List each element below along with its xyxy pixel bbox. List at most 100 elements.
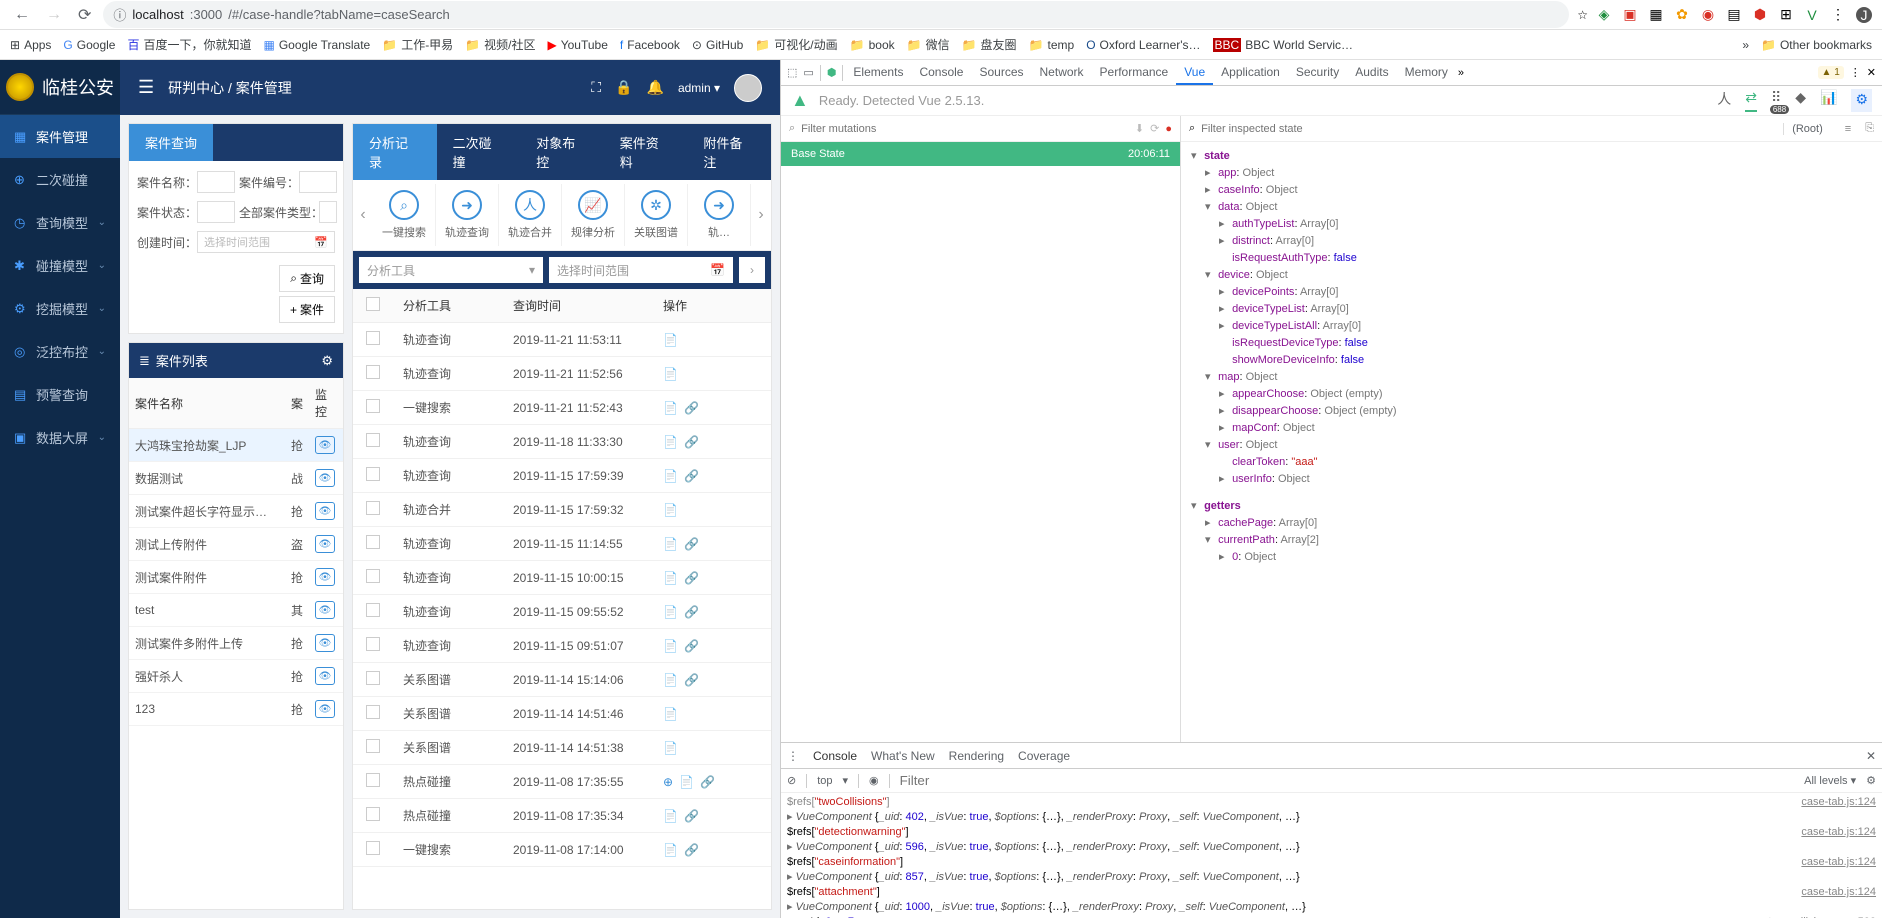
monitor-button[interactable]: 👁 <box>315 469 335 487</box>
link-icon[interactable]: 🔗 <box>684 809 699 823</box>
table-row[interactable]: 测试案件附件抢👁 <box>129 561 343 594</box>
monitor-button[interactable]: 👁 <box>315 601 335 619</box>
sidebar-item[interactable]: ⊕二次碰撞 <box>0 158 120 201</box>
devtools-tab[interactable]: Console <box>911 61 971 85</box>
sidebar-item[interactable]: ▣数据大屏⌄ <box>0 416 120 459</box>
ext-icon[interactable]: ✿ <box>1674 7 1690 23</box>
table-row[interactable]: 123抢👁 <box>129 693 343 726</box>
monitor-button[interactable]: 👁 <box>315 568 335 586</box>
bookmark[interactable]: ▶ YouTube <box>547 38 607 52</box>
row-checkbox[interactable] <box>366 841 380 855</box>
tree-node[interactable]: clearToken: "aaa" <box>1191 454 1872 471</box>
tree-node[interactable]: ▸ app: Object <box>1191 165 1872 182</box>
tool-filter-select[interactable]: 分析工具▾ <box>359 257 543 283</box>
analysis-tab[interactable]: 分析记录 <box>353 124 437 180</box>
device-icon[interactable]: ▭ <box>803 66 813 79</box>
bookmark[interactable]: BBC BBC World Servic… <box>1213 38 1354 52</box>
bell-icon[interactable]: 🔔 <box>647 79 664 96</box>
bookmark-overflow[interactable]: » <box>1742 38 1749 52</box>
doc-icon[interactable]: 📄 <box>663 333 678 347</box>
row-checkbox[interactable] <box>366 671 380 685</box>
devtools-tab[interactable]: Memory <box>1397 61 1456 85</box>
ext-icon[interactable]: ◈ <box>1596 7 1612 23</box>
table-row[interactable]: 数据测试战👁 <box>129 462 343 495</box>
star-icon[interactable]: ☆ <box>1577 8 1588 22</box>
routing-icon[interactable]: ◆ <box>1795 89 1806 112</box>
drawer-menu-icon[interactable]: ⋮ <box>787 749 799 763</box>
bookmark[interactable]: 百 百度一下，你就知道 <box>127 36 251 53</box>
bookmark[interactable]: ▦ Google Translate <box>264 38 371 52</box>
case-status-input[interactable] <box>197 201 235 223</box>
table-row[interactable]: test其👁 <box>129 594 343 627</box>
doc-icon[interactable]: 📄 <box>663 843 678 857</box>
reload-icon[interactable]: ⟳ <box>74 5 95 25</box>
bookmark[interactable]: G Google <box>63 38 115 52</box>
doc-icon[interactable]: 📄 <box>663 605 678 619</box>
link-icon[interactable]: 🔗 <box>684 605 699 619</box>
cube-icon[interactable]: ⬢ <box>827 66 837 79</box>
link-icon[interactable]: 🔗 <box>684 843 699 857</box>
doc-icon[interactable]: 📄 <box>663 571 678 585</box>
tree-node[interactable]: ▸ deviceTypeList: Array[0] <box>1191 301 1872 318</box>
analysis-tab[interactable]: 附件备注 <box>687 124 771 180</box>
bookmark[interactable]: f Facebook <box>620 38 680 52</box>
components-icon[interactable]: 人 <box>1717 89 1731 112</box>
tree-node[interactable]: ▾ currentPath: Array[2] <box>1191 532 1872 549</box>
doc-icon[interactable]: 📄 <box>663 673 678 687</box>
bookmark-folder[interactable]: 📁 可视化/动画 <box>755 36 837 53</box>
drawer-tab[interactable]: What's New <box>871 749 935 763</box>
doc-icon[interactable]: 📄 <box>679 775 694 789</box>
record-icon[interactable]: ● <box>1165 123 1172 135</box>
doc-icon[interactable]: 📄 <box>663 741 678 755</box>
tree-node[interactable]: ▸ 0: Object <box>1191 549 1872 566</box>
scroll-left-icon[interactable]: ‹ <box>353 206 373 224</box>
case-name-input[interactable] <box>197 171 235 193</box>
link-icon[interactable]: 🔗 <box>684 537 699 551</box>
row-checkbox[interactable] <box>366 637 380 651</box>
sidebar-item[interactable]: ◷查询模型⌄ <box>0 201 120 244</box>
more-icon[interactable]: ⋮ <box>1850 66 1861 79</box>
bookmark-folder[interactable]: 📁 视频/社区 <box>465 36 535 53</box>
doc-icon[interactable]: 📄 <box>663 537 678 551</box>
settings-icon[interactable]: ⚙ <box>1851 89 1872 112</box>
drawer-tab[interactable]: Rendering <box>949 749 1004 763</box>
tree-node[interactable]: ▾ map: Object <box>1191 369 1872 386</box>
plus-icon[interactable]: ⊕ <box>663 775 673 789</box>
table-row[interactable]: 强奸杀人抢👁 <box>129 660 343 693</box>
sidebar-item[interactable]: ⚙挖掘模型⌄ <box>0 287 120 330</box>
tree-node[interactable]: showMoreDeviceInfo: false <box>1191 352 1872 369</box>
devtools-tab[interactable]: Performance <box>1092 61 1177 85</box>
tree-node[interactable]: ▸ deviceTypeListAll: Array[0] <box>1191 318 1872 335</box>
drawer-tab-console[interactable]: Console <box>813 749 857 763</box>
table-row[interactable]: 大鸿珠宝抢劫案_LJP抢👁 <box>129 429 343 462</box>
bookmark-folder[interactable]: 📁 工作-甲易 <box>382 36 453 53</box>
devtools-tab[interactable]: Vue <box>1176 61 1213 85</box>
menu-icon[interactable]: ☰ <box>138 77 154 98</box>
date-range-input[interactable]: 选择时间范围📅 <box>197 231 335 253</box>
back-icon[interactable]: ← <box>10 6 34 24</box>
monitor-button[interactable]: 👁 <box>315 700 335 718</box>
link-icon[interactable]: 🔗 <box>700 775 715 789</box>
ext-icon[interactable]: V <box>1804 7 1820 23</box>
analysis-tab[interactable]: 对象布控 <box>520 124 604 180</box>
link-icon[interactable]: 🔗 <box>684 673 699 687</box>
devtools-tab[interactable]: Security <box>1288 61 1347 85</box>
root-select[interactable]: (Root) <box>1783 123 1831 135</box>
row-checkbox[interactable] <box>366 365 380 379</box>
link-icon[interactable]: 🔗 <box>684 401 699 415</box>
devtools-tab[interactable]: Elements <box>845 61 911 85</box>
fullscreen-icon[interactable]: ⛶ <box>591 79 601 96</box>
tree-node[interactable]: ▸ mapConf: Object <box>1191 420 1872 437</box>
row-checkbox[interactable] <box>366 467 380 481</box>
state-section[interactable]: state <box>1204 150 1230 162</box>
row-checkbox[interactable] <box>366 739 380 753</box>
tool-button[interactable]: ✲关联图谱 <box>625 184 688 246</box>
monitor-button[interactable]: 👁 <box>315 436 335 454</box>
doc-icon[interactable]: 📄 <box>663 401 678 415</box>
doc-icon[interactable]: 📄 <box>663 469 678 483</box>
inspect-icon[interactable]: ⬚ <box>787 66 797 79</box>
tree-node[interactable]: ▸ caseInfo: Object <box>1191 182 1872 199</box>
context-select[interactable]: top <box>817 775 832 787</box>
tool-button[interactable]: 📈规律分析 <box>562 184 625 246</box>
console-filter-input[interactable] <box>900 773 1794 788</box>
